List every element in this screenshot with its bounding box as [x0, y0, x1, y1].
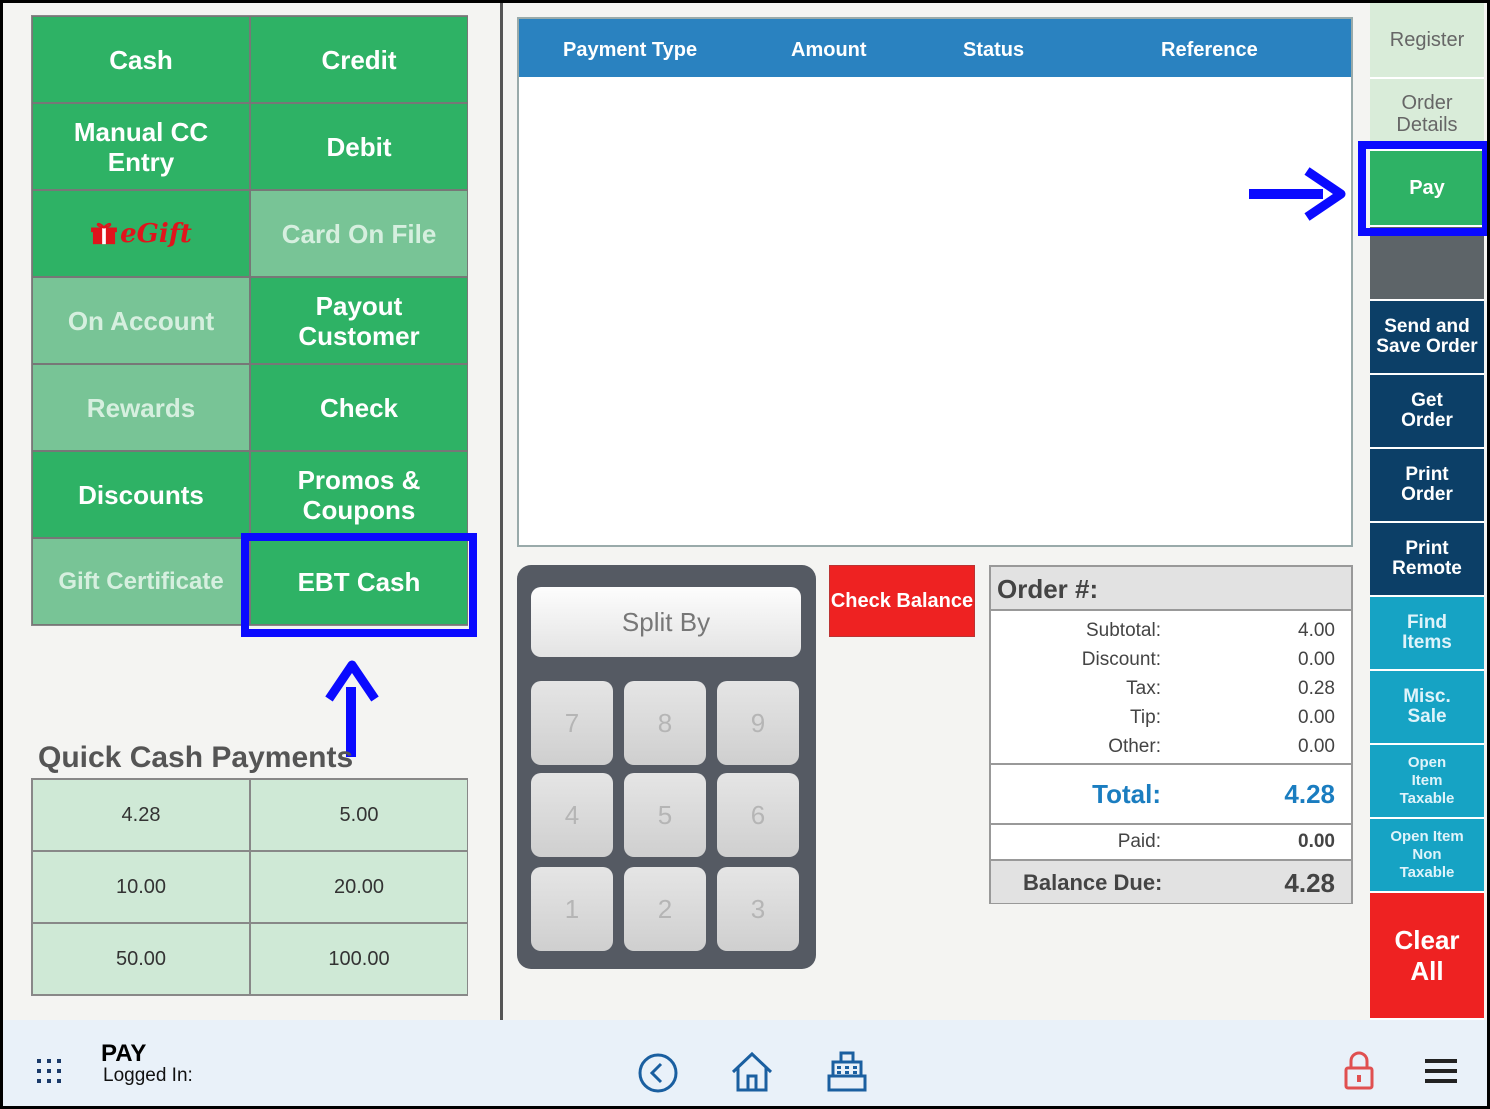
paid-label: Paid: — [1117, 831, 1161, 852]
key-8[interactable]: 8 — [624, 681, 706, 765]
card-on-file-button[interactable]: Card On File — [250, 190, 468, 277]
payout-customer-button[interactable]: Payout Customer — [250, 277, 468, 364]
bottom-bar: PAY Logged In: — [3, 1020, 1487, 1106]
discount-label: Discount: — [1081, 649, 1161, 670]
send-save-order-button[interactable]: Send and Save Order — [1370, 301, 1484, 375]
lock-icon[interactable] — [1343, 1050, 1375, 1092]
print-order-button[interactable]: Print Order — [1370, 449, 1484, 523]
quick-cash-button[interactable]: 4.28 — [32, 779, 250, 851]
total-value: 4.28 — [1284, 779, 1335, 809]
balance-due-value: 4.28 — [1284, 868, 1335, 898]
tip-label: Tip: — [1130, 707, 1161, 728]
print-remote-button[interactable]: Print Remote — [1370, 523, 1484, 597]
on-account-button[interactable]: On Account — [32, 277, 250, 364]
column-reference: Reference — [1161, 39, 1258, 61]
check-button[interactable]: Check — [250, 364, 468, 451]
ebt-cash-button[interactable]: EBT Cash — [250, 538, 468, 625]
column-amount: Amount — [791, 39, 867, 61]
quick-cash-button[interactable]: 10.00 — [32, 851, 250, 923]
total-label: Total: — [1092, 779, 1161, 809]
egift-label: eGift — [120, 218, 192, 249]
promos-coupons-button[interactable]: Promos & Coupons — [250, 451, 468, 538]
open-item-non-taxable-button[interactable]: Open Item Non Taxable — [1370, 819, 1484, 893]
left-pane: Cash Credit Manual CC Entry Debit eGift … — [3, 3, 503, 1020]
apps-grid-icon[interactable] — [35, 1057, 63, 1085]
key-7[interactable]: 7 — [531, 681, 613, 765]
sidebar-spacer — [1370, 227, 1484, 301]
gift-certificate-button[interactable]: Gift Certificate — [32, 538, 250, 625]
payment-table-header: Payment Type Amount Status Reference — [519, 19, 1351, 77]
key-1[interactable]: 1 — [531, 867, 613, 951]
order-summary: Order #: Subtotal: 4.00 Discount: 0.00 T… — [989, 565, 1353, 904]
back-icon[interactable] — [637, 1052, 679, 1094]
misc-sale-button[interactable]: Misc. Sale — [1370, 671, 1484, 745]
balance-due-row: Balance Due: 4.28 — [991, 859, 1351, 903]
rewards-button[interactable]: Rewards — [32, 364, 250, 451]
key-4[interactable]: 4 — [531, 773, 613, 857]
screen-title: PAY — [101, 1040, 147, 1067]
menu-icon[interactable] — [1423, 1056, 1459, 1086]
clear-all-button[interactable]: Clear All — [1370, 893, 1484, 1020]
credit-button[interactable]: Credit — [250, 16, 468, 103]
column-payment-type: Payment Type — [563, 39, 698, 61]
open-item-taxable-button[interactable]: Open Item Taxable — [1370, 745, 1484, 819]
pos-window: Cash Credit Manual CC Entry Debit eGift … — [0, 0, 1490, 1109]
key-5[interactable]: 5 — [624, 773, 706, 857]
key-6[interactable]: 6 — [717, 773, 799, 857]
discounts-button[interactable]: Discounts — [32, 451, 250, 538]
subtotal-value: 4.00 — [1298, 620, 1335, 641]
subtotal-label: Subtotal: — [1086, 620, 1161, 641]
balance-due-label: Balance Due: — [1023, 870, 1163, 895]
tax-value: 0.28 — [1298, 678, 1335, 699]
split-by-button[interactable]: Split By — [531, 587, 801, 657]
logged-in-label: Logged In: — [103, 1065, 193, 1086]
divider — [991, 823, 1351, 825]
quick-cash-button[interactable]: 5.00 — [250, 779, 468, 851]
other-label: Other: — [1108, 736, 1161, 757]
payment-table: Payment Type Amount Status Reference — [517, 17, 1353, 547]
pay-nav-button[interactable]: Pay — [1370, 151, 1484, 227]
right-sidebar: Register Order Details Pay Send and Save… — [1370, 3, 1484, 1020]
manual-cc-entry-button[interactable]: Manual CC Entry — [32, 103, 250, 190]
order-details-button[interactable]: Order Details — [1370, 79, 1484, 151]
tip-value: 0.00 — [1298, 707, 1335, 728]
debit-button[interactable]: Debit — [250, 103, 468, 190]
other-value: 0.00 — [1298, 736, 1335, 757]
arrow-right-icon — [1249, 167, 1346, 221]
column-status: Status — [963, 39, 1025, 61]
cash-register-icon[interactable] — [825, 1050, 869, 1094]
quick-cash-button[interactable]: 50.00 — [32, 923, 250, 995]
find-items-button[interactable]: Find Items — [1370, 597, 1484, 671]
payment-method-grid: Cash Credit Manual CC Entry Debit eGift … — [31, 15, 468, 626]
key-3[interactable]: 3 — [717, 867, 799, 951]
keypad: Split By 7 8 9 4 5 6 1 2 3 — [517, 565, 816, 969]
cash-button[interactable]: Cash — [32, 16, 250, 103]
divider — [991, 763, 1351, 765]
quick-cash-button[interactable]: 100.00 — [250, 923, 468, 995]
home-icon[interactable] — [729, 1050, 775, 1094]
order-number-label: Order #: — [991, 567, 1351, 611]
quick-cash-title: Quick Cash Payments — [38, 741, 354, 774]
get-order-button[interactable]: Get Order — [1370, 375, 1484, 449]
tax-label: Tax: — [1126, 678, 1161, 699]
quick-cash-button[interactable]: 20.00 — [250, 851, 468, 923]
check-balance-button[interactable]: Check Balance — [829, 565, 975, 637]
key-2[interactable]: 2 — [624, 867, 706, 951]
paid-value: 0.00 — [1298, 831, 1335, 852]
quick-cash-grid: 4.28 5.00 10.00 20.00 50.00 100.00 — [31, 778, 468, 996]
discount-value: 0.00 — [1298, 649, 1335, 670]
egift-logo: eGift — [90, 219, 192, 249]
gift-icon — [91, 222, 118, 244]
register-button[interactable]: Register — [1370, 3, 1484, 79]
key-9[interactable]: 9 — [717, 681, 799, 765]
egift-button[interactable]: eGift — [32, 190, 250, 277]
